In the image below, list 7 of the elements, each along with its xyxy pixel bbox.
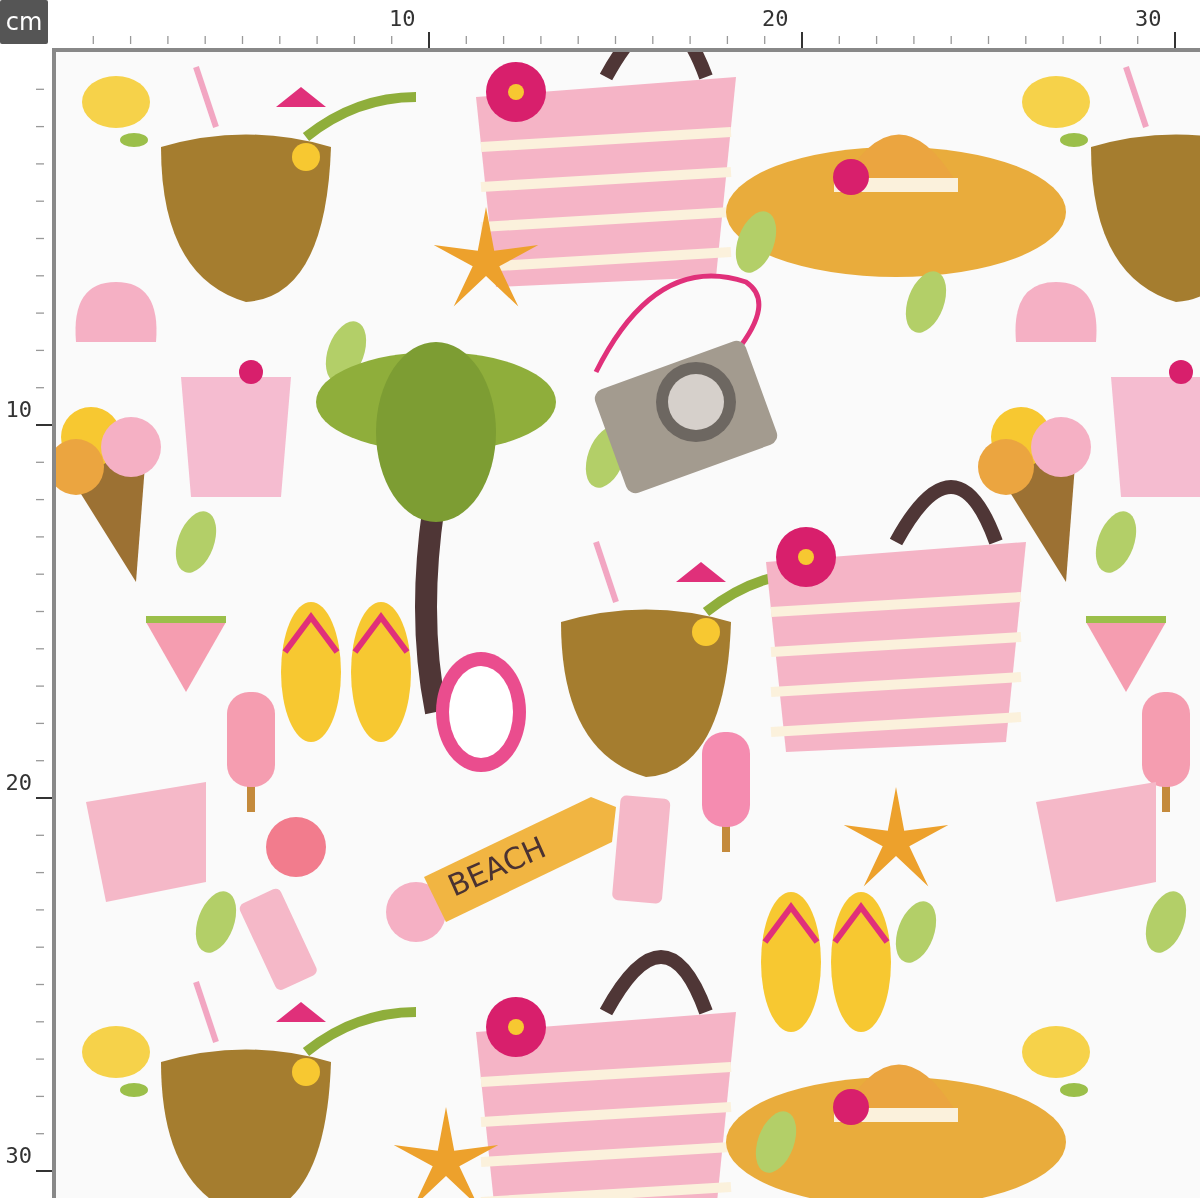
ruler-label: 20 (5, 772, 32, 794)
ruler-label: 30 (5, 1145, 32, 1167)
unit-label: cm (0, 0, 48, 44)
ruler-label: 10 (389, 8, 416, 30)
ruler-label: 10 (5, 399, 32, 421)
ruler-label: 20 (762, 8, 789, 30)
ruler-label: 30 (1135, 8, 1162, 30)
